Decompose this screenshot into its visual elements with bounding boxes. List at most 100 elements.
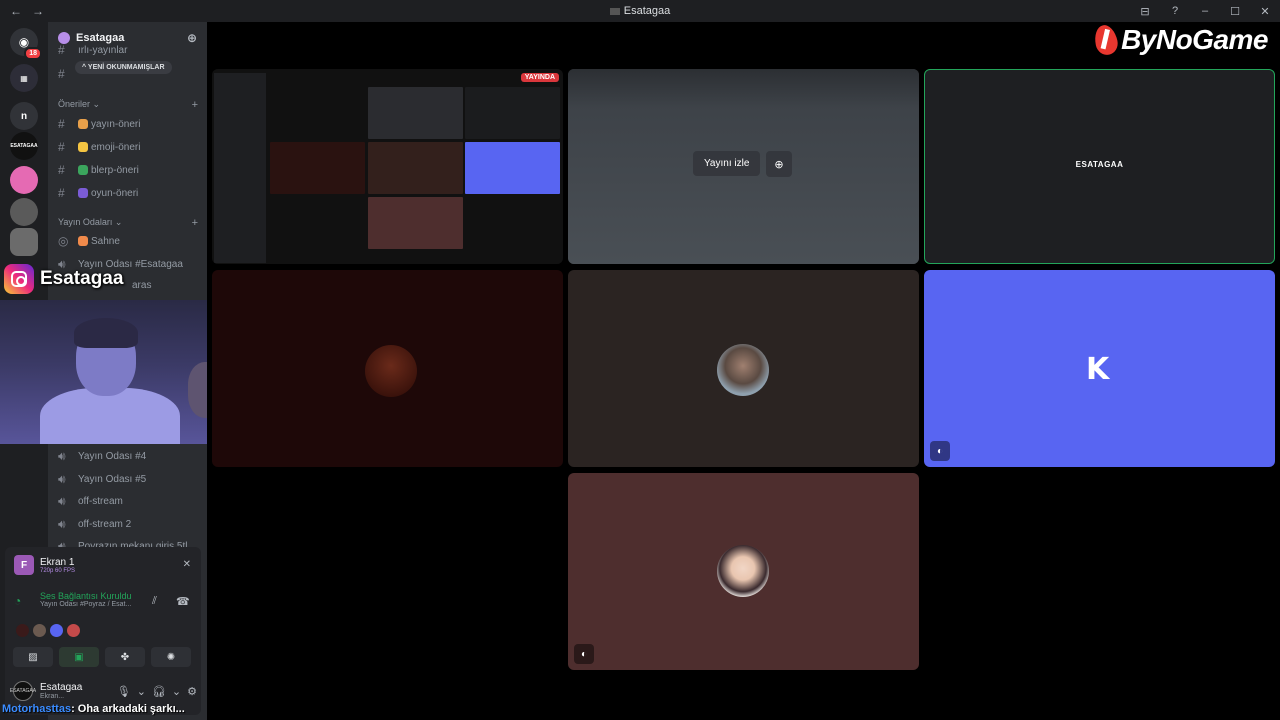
minimize-button[interactable]: – [1190, 0, 1220, 22]
webcam-person-body [40, 388, 180, 444]
soundboard-icon: ◐ [930, 441, 950, 461]
stop-stream-icon[interactable]: ✕ [183, 559, 191, 570]
new-unreads-pill[interactable]: ^ YENİ OKUNMAMIŞLAR [75, 61, 172, 74]
mention-badge: 18 [24, 47, 42, 60]
participant-avatar[interactable] [15, 623, 30, 638]
screen-share-button[interactable]: ▣ [59, 647, 99, 667]
stream-title: Ekran 1 [40, 556, 75, 568]
soundboard-button[interactable]: ✺ [151, 647, 191, 667]
chevron-down-icon[interactable]: ⌄ [172, 685, 181, 698]
server-icon [609, 7, 620, 15]
camera-off-icon: ▨ [28, 651, 38, 663]
inbox-icon[interactable]: ⊟ [1130, 0, 1160, 22]
category-yayin-odalari[interactable]: Yayın Odaları ⌄ + [58, 217, 198, 229]
participant-tile-esatagaa[interactable]: ESATAGAA [924, 69, 1275, 264]
channel-partial-top[interactable]: # ırlı-yayınlar [58, 43, 198, 57]
instagram-handle: Esatagaa [40, 268, 124, 289]
channel-name: off-stream [78, 496, 123, 507]
maximize-button[interactable]: ☐ [1220, 0, 1250, 22]
camera-off-button[interactable]: ▨ [13, 647, 53, 667]
voice-channel-name[interactable]: Yayın Odası #Poyraz / Esat... [40, 601, 194, 608]
help-icon[interactable]: ? [1160, 0, 1190, 22]
voice-participants [15, 623, 81, 638]
channel-sahne[interactable]: ◎ Sahne [58, 234, 198, 248]
participant-avatar[interactable] [49, 623, 64, 638]
emoji-icon [78, 119, 88, 129]
participant-tile-anime[interactable]: ◐ [568, 473, 919, 670]
channel-partial-aras[interactable]: aras [132, 280, 207, 291]
channel-oyun-oneri[interactable]: # oyun-öneri [58, 186, 198, 200]
stream-chat-overlay: Motorhasttas: Oha arkadaki şarkı... [2, 703, 185, 715]
instagram-overlay: Esatagaa [4, 264, 123, 294]
back-arrow-icon[interactable]: ← [10, 4, 22, 18]
channel-yayin-oneri[interactable]: # yayın-öneri [58, 117, 198, 131]
server-folder[interactable]: ▦ [10, 64, 38, 92]
nested-tile [465, 87, 560, 139]
category-label: Öneriler [58, 99, 91, 109]
participant-name: ESATAGAA [1075, 160, 1124, 169]
window-title: Esatagaa [0, 5, 1280, 17]
bynogame-logo-icon [1092, 23, 1120, 57]
participant-avatar[interactable] [32, 623, 47, 638]
add-channel-icon[interactable]: + [192, 217, 198, 229]
watch-stream-button[interactable]: Yayını izle [693, 151, 761, 176]
bynogame-logo: ByNoGame [1092, 23, 1268, 57]
server-icon-anime[interactable] [10, 166, 38, 194]
emoji-icon [78, 188, 88, 198]
disconnect-icon[interactable]: ☎ [176, 595, 190, 608]
hash-icon: # [58, 186, 65, 200]
hash-icon: # [58, 43, 65, 57]
channel-name: oyun-öneri [91, 187, 139, 199]
voice-action-row: ▨ ▣ ✤ ✺ [13, 647, 191, 667]
soundboard-icon: ✺ [166, 651, 176, 663]
category-oneriler[interactable]: Öneriler ⌄ + [58, 99, 198, 111]
stream-quality: 720p 60 FPS [40, 567, 76, 574]
channel-emoji-oneri[interactable]: # emoji-öneri [58, 140, 198, 154]
participant-avatar[interactable] [66, 623, 81, 638]
participant-tile-1[interactable] [212, 270, 563, 467]
channel-off-stream-2[interactable]: 🔊︎ off-stream 2 [58, 517, 198, 532]
nested-stream-preview [212, 69, 563, 264]
channel-blerp-oneri[interactable]: # blerp-öneri [58, 163, 198, 177]
headphones-icon[interactable]: 🎧︎ [152, 685, 166, 698]
channel-off-stream[interactable]: 🔊︎ off-stream [58, 494, 198, 509]
settings-gear-icon[interactable]: ⚙ [187, 685, 197, 698]
voice-user-panel: F Ekran 1 720p 60 FPS ✕ ◔ Ses Bağlantısı… [5, 547, 201, 715]
k-logo-icon: K [1086, 352, 1110, 387]
server-icon-esatagaa[interactable]: ESATAGAA [10, 132, 38, 160]
user-name[interactable]: Esatagaa [40, 682, 82, 693]
participant-avatar [717, 344, 769, 396]
server-icon-n[interactable]: n [10, 102, 38, 130]
server-icon-active[interactable] [10, 228, 38, 256]
forward-arrow-icon[interactable]: → [32, 4, 44, 18]
popout-stream-icon[interactable]: ⊕ [766, 151, 792, 177]
channel-yayin-odasi-4[interactable]: 🔊︎ Yayın Odası #4 [58, 449, 198, 464]
title-bar: ← → Esatagaa ⊟ ? – ☐ ✕ [0, 0, 1280, 22]
screen-share-icon: ▣ [74, 651, 84, 663]
signal-icon: ◔ [14, 594, 22, 608]
chevron-down-icon: ⌄ [112, 217, 123, 227]
user-avatar[interactable]: ESATAGAA [10, 681, 36, 701]
server-label: ESATAGAA [10, 143, 38, 149]
screen-share-tile-watch[interactable]: Yayını izle ⊕ [568, 69, 919, 264]
chat-message: : Oha arkadaki şarkı... [71, 703, 185, 715]
server-icon-gray[interactable] [10, 198, 38, 226]
voice-status[interactable]: Ses Bağlantısı Kuruldu [40, 591, 144, 601]
brand-text: ByNoGame [1121, 24, 1268, 55]
activities-button[interactable]: ✤ [105, 647, 145, 667]
home-button[interactable]: ◉ 18 [10, 28, 42, 60]
channel-name: yayın-öneri [91, 118, 141, 130]
add-channel-icon[interactable]: + [192, 99, 198, 111]
close-button[interactable]: ✕ [1250, 0, 1280, 22]
live-badge: YAYINDA [520, 73, 559, 82]
channel-yayin-odasi-5[interactable]: 🔊︎ Yayın Odası #5 [58, 472, 198, 487]
channel-name: ırlı-yayınlar [78, 44, 128, 56]
participant-tile-2[interactable] [568, 270, 919, 467]
screen-share-tile-esatagaa[interactable]: YAYINDA [212, 69, 563, 264]
microphone-icon[interactable]: 🎙︎ [117, 685, 131, 698]
participant-tile-k[interactable]: K ◐ [924, 270, 1275, 467]
speaker-icon: 🔊︎ [58, 449, 66, 463]
noise-suppression-icon[interactable]: ⫽ [152, 595, 157, 608]
instagram-icon [4, 264, 34, 294]
chevron-down-icon[interactable]: ⌄ [137, 685, 146, 698]
